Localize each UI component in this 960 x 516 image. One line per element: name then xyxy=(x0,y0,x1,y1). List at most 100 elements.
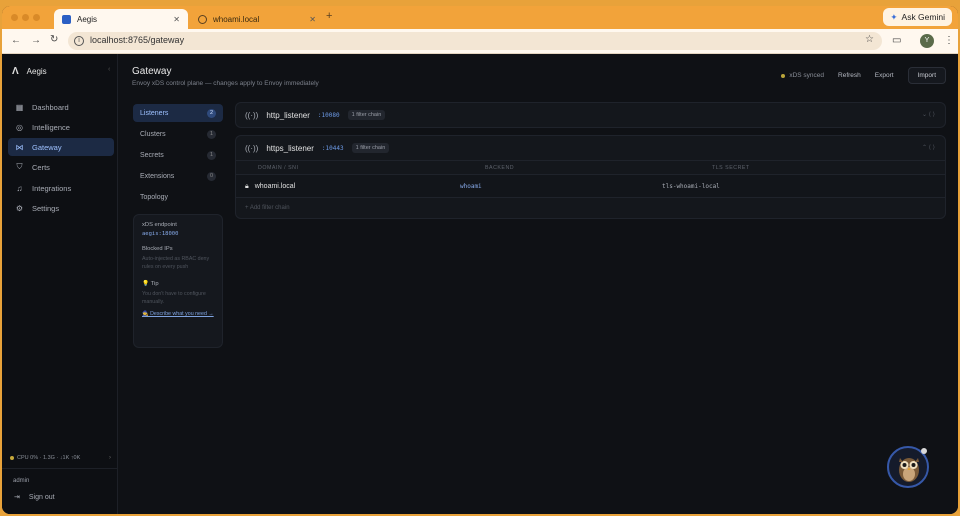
bell-icon: ♫ xyxy=(16,183,23,193)
blocked-ips-description: Auto-injected as RBAC deny rules on ever… xyxy=(142,256,210,270)
sync-dot xyxy=(781,73,786,78)
listener-port: :10080 xyxy=(317,111,340,119)
collapse-sidebar-icon[interactable]: ‹ xyxy=(108,66,110,73)
listener-name: http_listener xyxy=(266,110,310,120)
new-tab-button[interactable]: + xyxy=(326,10,332,22)
maximize-window-icon[interactable] xyxy=(33,14,40,21)
reload-icon[interactable]: ↻ xyxy=(50,34,58,45)
sidebar-item-label: Settings xyxy=(32,203,60,213)
page-subtitle: Envoy xDS control plane — changes apply … xyxy=(132,80,319,87)
tip-text: You don't have to configure manually. xyxy=(142,291,206,305)
sidebar-item-label: Certs xyxy=(32,162,50,172)
filter-chain-count: 1 filter chain xyxy=(347,110,386,120)
broadcast-icon: ((·)) xyxy=(245,110,259,120)
close-window-icon[interactable] xyxy=(11,14,18,21)
refresh-button[interactable]: Refresh xyxy=(838,72,861,79)
forward-icon[interactable]: → xyxy=(31,35,41,46)
sidebar-item-settings[interactable]: ⚙ Settings xyxy=(8,199,114,217)
listener-card-https: ((·)) https_listener :10443 1 filter cha… xyxy=(235,135,946,219)
export-button[interactable]: Export xyxy=(875,72,894,79)
assistant-button[interactable] xyxy=(887,446,929,488)
brand[interactable]: Λ Aegis xyxy=(12,66,47,77)
aegis-app: Λ Aegis ‹ ▦ Dashboard ◎ Intelligence ⋈ G… xyxy=(2,54,958,514)
sync-status: xDS synced xyxy=(781,72,824,79)
signout-label: Sign out xyxy=(28,493,55,501)
ask-gemini-button[interactable]: ✦ Ask Gemini xyxy=(883,8,952,26)
listener-controls[interactable]: ⌃ ⟨ ⟩ xyxy=(922,144,935,151)
subnav-topology[interactable]: Topology xyxy=(133,188,223,206)
site-info-icon[interactable]: i xyxy=(74,36,84,46)
cast-icon[interactable]: ▭ xyxy=(892,35,901,46)
notification-dot xyxy=(921,448,927,454)
tls-secret-cell: tls-whoami-local xyxy=(662,183,720,190)
count-badge: 2 xyxy=(207,108,216,118)
status-expand-icon[interactable]: › xyxy=(109,455,111,461)
grid-icon: ▦ xyxy=(15,102,24,112)
shield-icon: ⛉ xyxy=(16,162,23,171)
subnav-label: Topology xyxy=(140,193,169,201)
signout-icon: ⇥ xyxy=(14,494,20,501)
more-menu-icon[interactable]: ⋮ xyxy=(944,35,954,46)
tab-aegis[interactable]: Aegis ✕ xyxy=(54,9,188,29)
listener-header[interactable]: ((·)) http_listener :10080 1 filter chai… xyxy=(236,103,945,127)
globe-icon xyxy=(198,14,207,24)
subnav-secrets[interactable]: Secrets 1 xyxy=(133,146,223,164)
describe-link[interactable]: 🧙 Describe what you need → xyxy=(142,310,214,318)
domain-text: whoami.local xyxy=(254,183,296,190)
xds-info-card: xDS endpoint aegis:18000 Blocked IPs Aut… xyxy=(133,214,223,348)
sidebar-item-label: Dashboard xyxy=(32,102,69,112)
aegis-logo-icon: Λ xyxy=(12,66,19,77)
import-button[interactable]: Import xyxy=(907,67,946,84)
tip-label: 💡 Tip xyxy=(142,281,159,287)
subnav-extensions[interactable]: Extensions 0 xyxy=(133,167,223,185)
sidebar: Λ Aegis ‹ ▦ Dashboard ◎ Intelligence ⋈ G… xyxy=(2,54,118,514)
domain-cell: 🔒︎ whoami.local xyxy=(245,183,295,191)
subnav-label: Clusters xyxy=(140,130,166,138)
close-tab-icon[interactable]: ✕ xyxy=(173,15,180,24)
brand-name: Aegis xyxy=(26,67,47,76)
profile-avatar[interactable]: Y xyxy=(920,34,934,48)
tab-title: Aegis xyxy=(77,14,98,24)
backend-cell[interactable]: whoami xyxy=(460,183,482,190)
subnav-label: Extensions xyxy=(140,172,175,180)
broadcast-icon: ((·)) xyxy=(245,143,259,153)
sidebar-item-label: Gateway xyxy=(32,142,62,152)
add-filter-chain-button[interactable]: + Add filter chain xyxy=(236,198,945,218)
count-badge: 1 xyxy=(207,150,216,160)
tab-title: whoami.local xyxy=(213,14,260,24)
page-title: Gateway xyxy=(132,66,172,77)
nodes-icon: ⋈ xyxy=(15,142,24,152)
listener-header[interactable]: ((·)) https_listener :10443 1 filter cha… xyxy=(236,136,945,160)
tab-whoami[interactable]: whoami.local ✕ xyxy=(190,9,324,29)
subnav-clusters[interactable]: Clusters 1 xyxy=(133,125,223,143)
column-header: TLS SECRET xyxy=(712,165,750,171)
system-status-text: CPU 0% · 1.3G · ↓1K ↑0K xyxy=(17,455,81,461)
browser-toolbar: ← → ↻ i localhost:8765/gateway ☆ ▭ Y ⋮ xyxy=(2,29,958,54)
sidebar-item-intelligence[interactable]: ◎ Intelligence xyxy=(8,118,114,136)
minimize-window-icon[interactable] xyxy=(22,14,29,21)
bookmark-star-icon[interactable]: ☆ xyxy=(865,34,874,45)
count-badge: 0 xyxy=(207,171,216,181)
address-bar[interactable]: i localhost:8765/gateway ☆ xyxy=(68,32,882,50)
url-text[interactable]: localhost:8765/gateway xyxy=(90,35,184,45)
close-tab-icon[interactable]: ✕ xyxy=(309,15,316,24)
sidebar-item-gateway[interactable]: ⋈ Gateway xyxy=(8,138,114,156)
subnav-listeners[interactable]: Listeners 2 xyxy=(133,104,223,122)
sidebar-item-certs[interactable]: ⛉ Certs xyxy=(8,158,114,176)
subnav-label: Listeners xyxy=(140,109,169,117)
browser-window: Aegis ✕ whoami.local ✕ + ✦ Ask Gemini ← … xyxy=(2,6,958,514)
sidebar-item-label: Intelligence xyxy=(32,122,70,132)
listener-controls[interactable]: ⌄ ⟨ ⟩ xyxy=(922,111,935,118)
sidebar-item-dashboard[interactable]: ▦ Dashboard xyxy=(8,98,114,116)
table-row[interactable]: 🔒︎ whoami.local whoami tls-whoami-local xyxy=(236,174,945,198)
ask-gemini-label: Ask Gemini xyxy=(901,12,945,22)
back-icon[interactable]: ← xyxy=(11,35,21,46)
listener-card-http: ((·)) http_listener :10080 1 filter chai… xyxy=(235,102,946,128)
filter-chain-count: 1 filter chain xyxy=(351,143,390,153)
owl-icon xyxy=(899,458,919,482)
system-status: CPU 0% · 1.3G · ↓1K ↑0K xyxy=(10,455,80,461)
signout-button[interactable]: ⇥ Sign out xyxy=(14,493,55,502)
column-header: BACKEND xyxy=(485,165,515,171)
aegis-favicon-icon xyxy=(62,14,71,24)
sidebar-item-integrations[interactable]: ♫ Integrations xyxy=(8,179,114,197)
